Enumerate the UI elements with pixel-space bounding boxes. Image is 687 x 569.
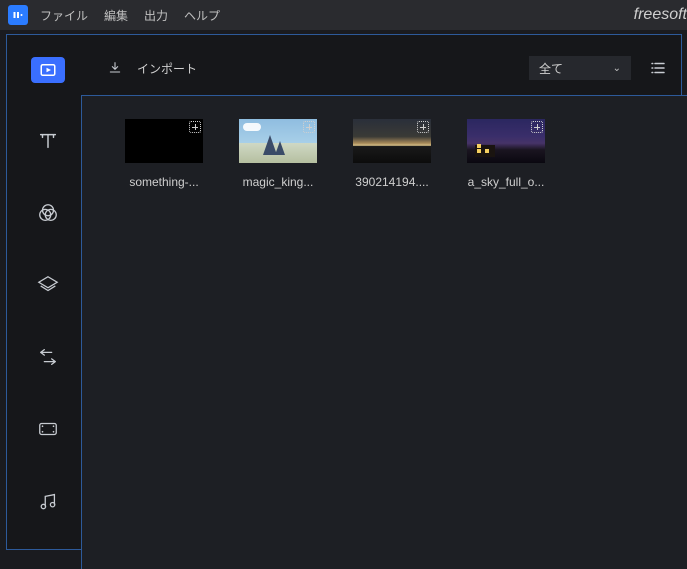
view-list-button[interactable]: [645, 56, 671, 80]
media-label: a_sky_full_o...: [468, 175, 545, 189]
media-item[interactable]: a_sky_full_o...: [467, 119, 545, 189]
play-icon: [39, 61, 57, 79]
text-icon: [37, 130, 59, 152]
media-thumbnail: [125, 119, 203, 163]
menu-edit[interactable]: 編集: [104, 7, 128, 24]
library-toolbar: インポート 全て ⌄: [107, 53, 671, 83]
media-thumbnail: [353, 119, 431, 163]
app-logo-icon: [12, 9, 24, 21]
menu-help[interactable]: ヘルプ: [184, 7, 220, 24]
layers-icon: [37, 274, 59, 296]
tab-elements[interactable]: [34, 415, 62, 443]
venn-icon: [37, 202, 59, 224]
menu-output[interactable]: 出力: [144, 7, 168, 24]
media-item[interactable]: 390214194....: [353, 119, 431, 189]
music-icon: [37, 490, 59, 512]
tab-media[interactable]: [31, 57, 65, 83]
add-to-timeline-icon[interactable]: [189, 121, 201, 133]
app-icon[interactable]: [8, 5, 28, 25]
tab-audio[interactable]: [34, 487, 62, 515]
filter-dropdown[interactable]: 全て ⌄: [529, 56, 631, 80]
tab-text[interactable]: [34, 127, 62, 155]
media-item[interactable]: magic_king...: [239, 119, 317, 189]
tool-sidebar: [7, 35, 89, 549]
media-label: 390214194....: [355, 175, 428, 189]
import-button[interactable]: インポート: [137, 60, 197, 77]
media-thumbnail: [239, 119, 317, 163]
list-icon: [649, 59, 667, 77]
add-to-timeline-icon[interactable]: [303, 121, 315, 133]
main-panel: インポート 全て ⌄ something-... magic_king...: [6, 34, 682, 550]
add-to-timeline-icon[interactable]: [531, 121, 543, 133]
filter-selected-label: 全て: [539, 60, 563, 77]
media-item[interactable]: something-...: [125, 119, 203, 189]
media-thumbnail: [467, 119, 545, 163]
tab-overlays[interactable]: [34, 271, 62, 299]
menu-file[interactable]: ファイル: [40, 7, 88, 24]
watermark-text: freesoft: [634, 0, 687, 30]
tab-filters[interactable]: [34, 199, 62, 227]
add-to-timeline-icon[interactable]: [417, 121, 429, 133]
media-grid: something-... magic_king... 390214194...…: [125, 119, 545, 189]
tab-transitions[interactable]: [34, 343, 62, 371]
film-icon: [37, 418, 59, 440]
import-icon[interactable]: [107, 60, 123, 76]
menu-bar: ファイル 編集 出力 ヘルプ freesoft: [0, 0, 687, 30]
chevron-down-icon: ⌄: [613, 63, 621, 74]
transition-icon: [37, 346, 59, 368]
media-label: something-...: [129, 175, 198, 189]
media-label: magic_king...: [243, 175, 314, 189]
